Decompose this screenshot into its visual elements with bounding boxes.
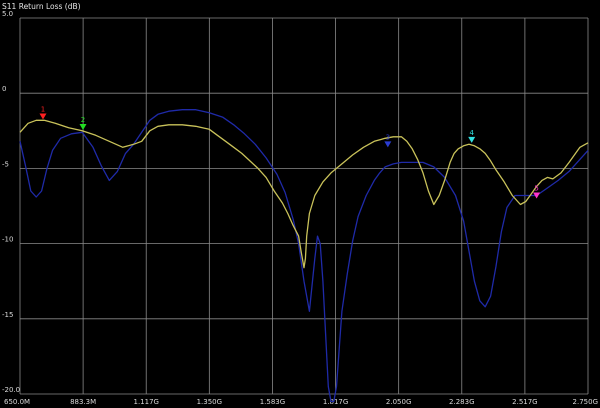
y-tick-labels: 5.0 0 -5 -10 -15 -20.0	[2, 10, 20, 394]
return-loss-chart: 5.0 0 -5 -10 -15 -20.0 650.0M 883.3M 1.117G 1.35…	[2, 10, 598, 406]
marker-label: 3	[386, 133, 390, 141]
y-tick-label: -5	[2, 160, 9, 168]
markers: 1 2 3 4 5	[39, 106, 541, 199]
x-tick-label: 1.583G	[260, 398, 285, 406]
x-tick-label: 1.117G	[133, 398, 158, 406]
x-tick-label: 2.283G	[449, 398, 474, 406]
marker-triangle	[79, 124, 87, 131]
marker-triangle	[39, 113, 47, 120]
y-tick-label: 0	[2, 85, 6, 93]
x-tick-label: 650.0M	[4, 398, 30, 406]
x-tick-labels: 650.0M 883.3M 1.117G 1.350G 1.583G 1.817G 2.05…	[4, 398, 598, 406]
series-line	[19, 119, 589, 269]
series-line	[19, 109, 589, 403]
marker-label: 2	[81, 116, 85, 124]
marker-label: 1	[41, 106, 45, 114]
series-lines	[19, 109, 589, 403]
y-tick-label: 5.0	[2, 10, 13, 18]
grid-lines	[19, 17, 589, 395]
y-tick-label: -20.0	[2, 386, 20, 394]
marker-triangle	[384, 141, 392, 148]
y-tick-label: -10	[2, 236, 13, 244]
marker-triangle	[468, 136, 476, 143]
x-tick-label: 2.517G	[512, 398, 537, 406]
marker-label: 4	[469, 129, 474, 137]
x-tick-label: 883.3M	[70, 398, 96, 406]
x-tick-label: 2.050G	[386, 398, 411, 406]
x-tick-label: 2.750G	[573, 398, 598, 406]
y-tick-label: -15	[2, 311, 13, 319]
x-tick-label: 1.817G	[323, 398, 348, 406]
x-tick-label: 1.350G	[197, 398, 222, 406]
marker-label: 5	[534, 184, 538, 192]
